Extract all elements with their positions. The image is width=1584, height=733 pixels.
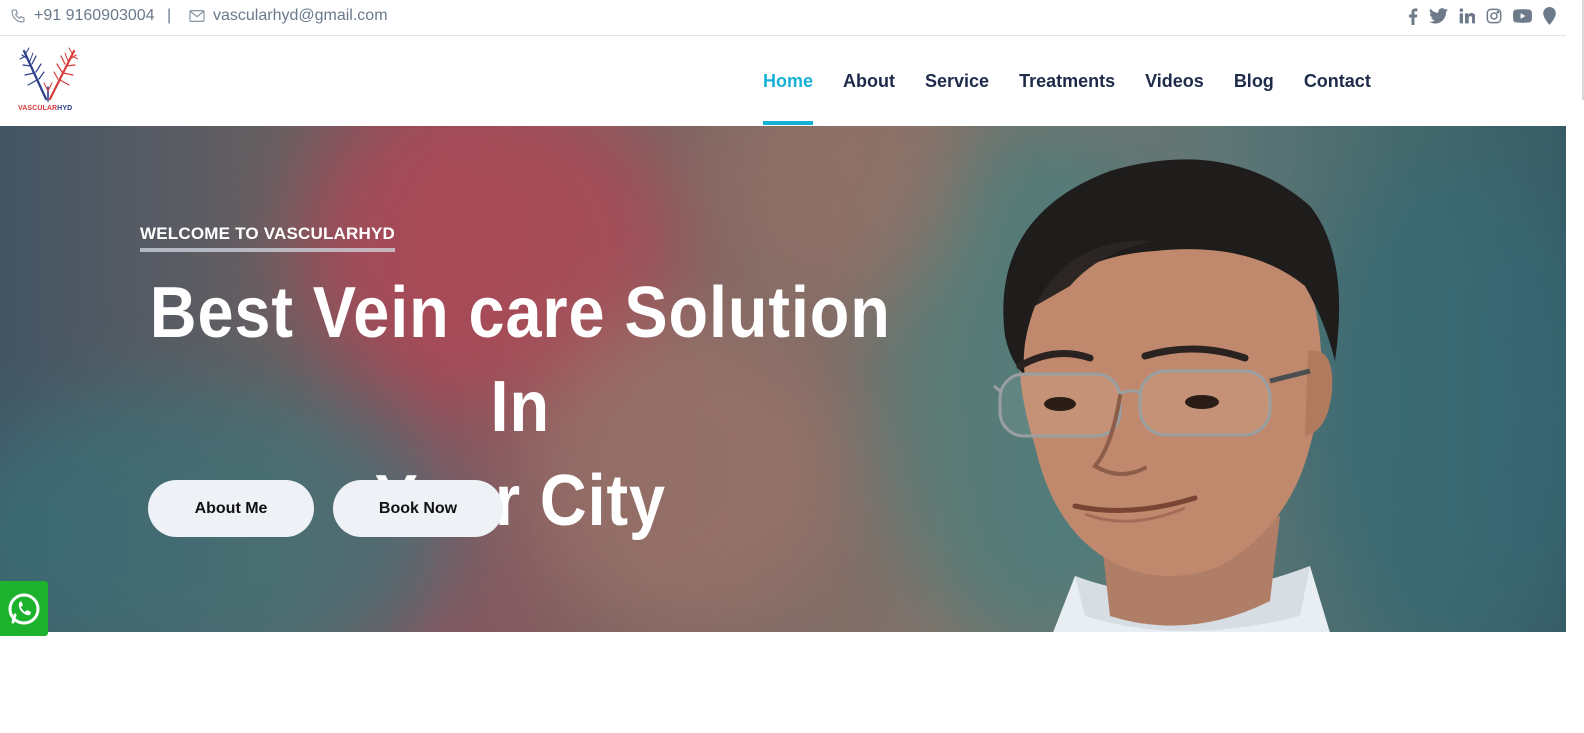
book-now-button[interactable]: Book Now xyxy=(333,480,503,537)
map-pin-icon[interactable] xyxy=(1543,7,1556,25)
logo-text: VASCULARHYD xyxy=(18,105,78,112)
nav-item-blog[interactable]: Blog xyxy=(1234,37,1274,126)
instagram-icon[interactable] xyxy=(1486,8,1502,24)
nav-item-contact[interactable]: Contact xyxy=(1304,37,1371,126)
mail-icon xyxy=(189,10,205,22)
logo-text-vascular: VASCULAR xyxy=(18,105,58,112)
logo-text-hyd: HYD xyxy=(57,105,73,112)
top-bar: +91 9160903004 | vascularhyd@gmail.com xyxy=(0,0,1566,36)
site-logo[interactable]: VASCULARHYD xyxy=(18,47,79,115)
phone-number[interactable]: +91 9160903004 xyxy=(34,7,155,25)
phone-icon xyxy=(11,9,25,23)
facebook-icon[interactable] xyxy=(1408,7,1418,25)
social-links xyxy=(1408,7,1556,25)
nav-item-videos[interactable]: Videos xyxy=(1145,37,1204,126)
email-contact[interactable]: vascularhyd@gmail.com xyxy=(189,7,388,25)
nav-item-treatments[interactable]: Treatments xyxy=(1019,37,1115,126)
twitter-icon[interactable] xyxy=(1429,8,1448,24)
whatsapp-icon xyxy=(8,593,40,624)
page-scrollbar[interactable] xyxy=(1566,0,1584,733)
hero-subtitle: WELCOME TO VASCULARHYD xyxy=(140,224,395,252)
linkedin-icon[interactable] xyxy=(1459,8,1475,24)
youtube-icon[interactable] xyxy=(1513,9,1532,23)
about-me-button[interactable]: About Me xyxy=(148,480,314,537)
whatsapp-button[interactable] xyxy=(0,581,48,636)
main-nav: Home About Service Treatments Videos Blo… xyxy=(763,37,1401,126)
contact-divider: | xyxy=(167,7,172,24)
doctor-portrait xyxy=(993,159,1340,632)
main-header: VASCULARHYD Home About Service Treatment… xyxy=(0,37,1566,126)
email-address[interactable]: vascularhyd@gmail.com xyxy=(213,7,388,25)
hero-title-line1: Best Vein care Solution In xyxy=(149,273,891,447)
nav-item-home[interactable]: Home xyxy=(763,37,814,126)
nav-item-about[interactable]: About xyxy=(843,37,895,126)
logo-mark-icon xyxy=(19,47,79,102)
nav-item-service[interactable]: Service xyxy=(925,37,989,126)
phone-contact[interactable]: +91 9160903004 xyxy=(10,7,155,25)
hero-banner: WELCOME TO VASCULARHYD Best Vein care So… xyxy=(0,126,1566,632)
